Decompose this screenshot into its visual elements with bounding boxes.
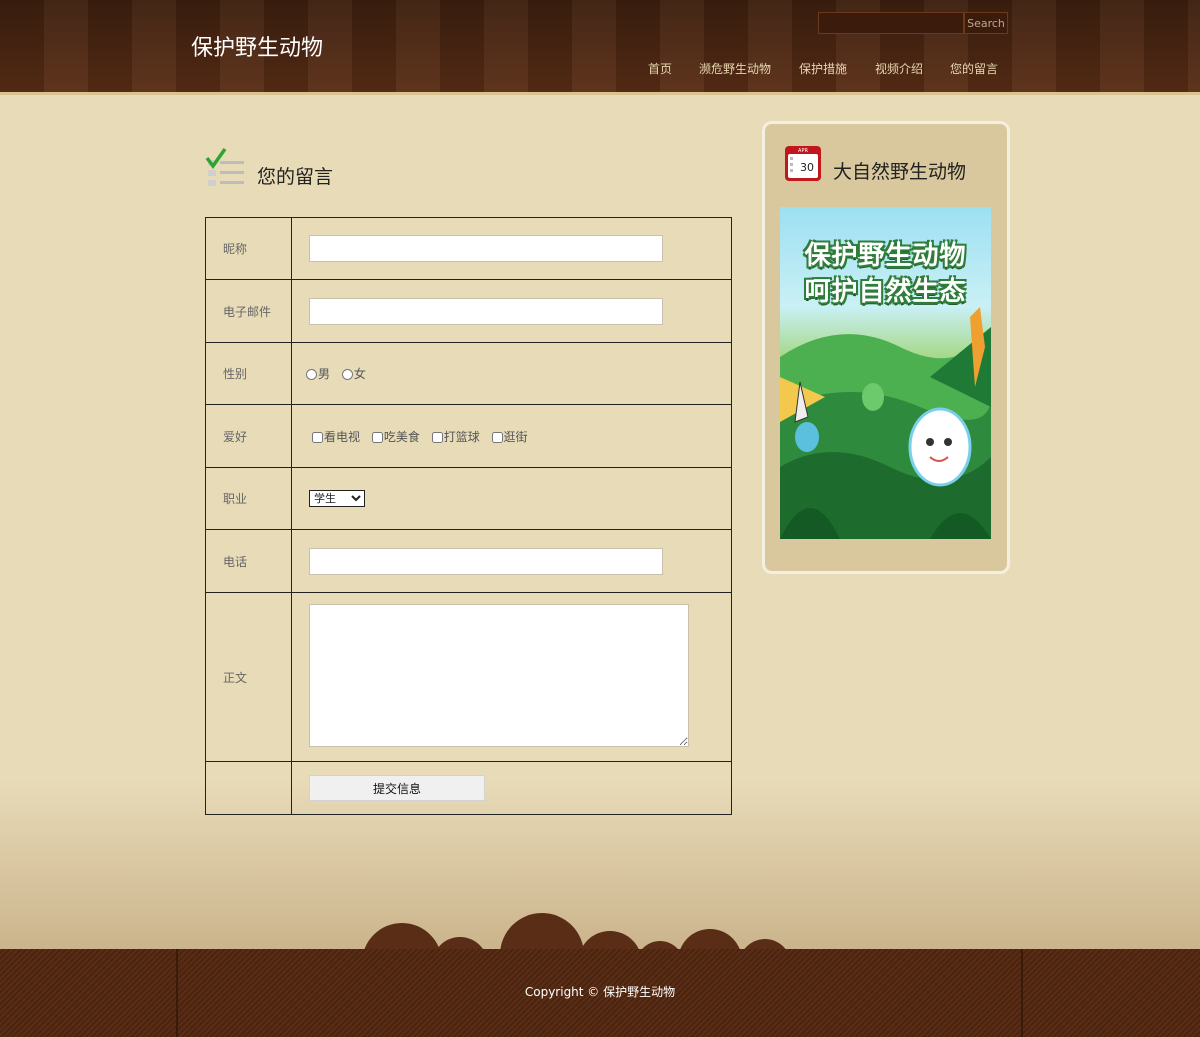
- hobby-option[interactable]: 打篮球: [428, 428, 480, 445]
- nav-item-videos[interactable]: 视频介绍: [875, 60, 923, 77]
- gender-option-label: 男: [318, 367, 331, 381]
- hobby-option-label: 打篮球: [443, 429, 480, 444]
- job-select[interactable]: 学生: [309, 490, 365, 507]
- hobby-option-label: 吃美食: [383, 429, 420, 444]
- hobby-option[interactable]: 吃美食: [368, 428, 420, 445]
- hobby-checkbox-shopping[interactable]: [491, 431, 503, 443]
- nav-item-messages[interactable]: 您的留言: [950, 60, 998, 77]
- nav-item-endangered[interactable]: 濒危野生动物: [699, 60, 771, 77]
- hobby-option-label: 逛街: [503, 429, 528, 444]
- body-label: 正文: [205, 592, 292, 762]
- hobby-option[interactable]: 看电视: [308, 428, 360, 445]
- gender-radio-female[interactable]: [341, 369, 353, 380]
- footer-hills-decoration: [362, 913, 789, 955]
- nav-item-home[interactable]: 首页: [648, 60, 672, 77]
- hobby-option[interactable]: 逛街: [488, 428, 528, 445]
- wildlife-poster-image[interactable]: 保护野生动物 呵护自然生态: [780, 207, 991, 539]
- poster-headline: 保护野生动物: [804, 241, 967, 271]
- calendar-icon: APR 30: [785, 146, 821, 181]
- gender-radio-male[interactable]: [306, 369, 317, 380]
- empty-label-cell: [205, 761, 292, 815]
- body-textarea[interactable]: [309, 604, 689, 747]
- email-input[interactable]: [309, 297, 663, 325]
- hobby-checkbox-tv[interactable]: [312, 431, 323, 443]
- poster-subheadline: 呵护自然生态: [804, 277, 967, 307]
- site-title[interactable]: 保护野生动物: [191, 30, 323, 62]
- sidebar-title: 大自然野生动物: [833, 161, 967, 183]
- hobby-checkbox-basketball[interactable]: [431, 431, 443, 443]
- header: 保护野生动物 Search 首页 濒危野生动物 保护措施 视频介绍 您的留言: [0, 0, 1200, 95]
- nickname-label: 昵称: [205, 217, 292, 280]
- nav-item-measures[interactable]: 保护措施: [799, 60, 847, 77]
- phone-input[interactable]: [309, 547, 663, 575]
- submit-button[interactable]: 提交信息: [309, 775, 485, 801]
- gender-label: 性别: [205, 342, 292, 405]
- message-form: 昵称 电子邮件 性别 男 女 爱好 看电视 吃美食 打篮球 逛街 职业 学生 电…: [205, 217, 732, 815]
- search-button[interactable]: Search: [964, 12, 1008, 34]
- gender-option-female[interactable]: 女: [338, 365, 366, 382]
- hobby-label: 爱好: [205, 404, 292, 468]
- calendar-month: APR: [798, 148, 808, 154]
- job-label: 职业: [205, 467, 292, 530]
- nickname-input[interactable]: [309, 235, 663, 262]
- email-label: 电子邮件: [205, 279, 292, 343]
- hobby-checkbox-food[interactable]: [371, 431, 383, 443]
- hobby-option-label: 看电视: [324, 429, 361, 444]
- gender-option-label: 女: [353, 367, 366, 381]
- phone-label: 电话: [205, 529, 292, 593]
- calendar-day: 30: [800, 161, 814, 174]
- search-input[interactable]: [818, 12, 964, 34]
- gender-option-male[interactable]: 男: [302, 365, 330, 382]
- copyright-text: Copyright © 保护野生动物: [524, 985, 676, 999]
- checklist-icon: [205, 148, 244, 186]
- sidebar-box: APR 30 大自然野生动物 保护野生动物 呵护自然生态: [762, 121, 1010, 574]
- page-title: 您的留言: [257, 166, 334, 188]
